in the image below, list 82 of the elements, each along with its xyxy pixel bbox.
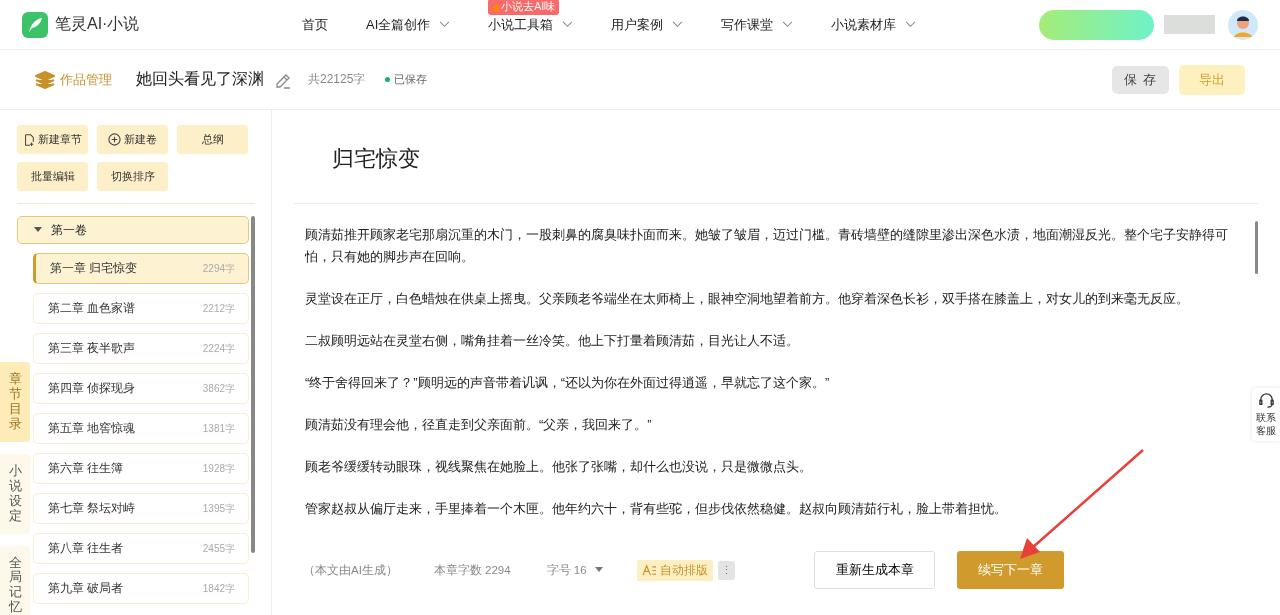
chapter-item[interactable]: 第二章 血色家谱 2212字 (33, 293, 250, 324)
paragraph: “终于舍得回来了？”顾明远的声音带着讥讽，“还以为你在外面过得逍遥，早就忘了这个家。” (305, 374, 831, 392)
paragraph: 顾清茹没有理会他，径直走到父亲面前。“父亲，我回来了。” (305, 416, 653, 434)
chapter-word-count: 2212字 (202, 301, 236, 316)
layers-icon (35, 70, 55, 89)
chapter-word-count: 2455字 (202, 541, 236, 556)
nav-link[interactable]: 写作课堂 (721, 15, 794, 34)
text-format-icon (641, 563, 657, 577)
save-status: 已保存 (394, 72, 428, 87)
chapter-heading: 归宅惊变 (332, 145, 421, 172)
more-button[interactable]: ⋮ (717, 560, 735, 580)
scrollbar-thumb[interactable] (1255, 221, 1258, 274)
chapter-item[interactable]: 第九章 破局者 1842字 (33, 573, 250, 604)
chapter-word-count: 1842字 (202, 581, 236, 596)
save-button[interactable]: 保 存 (1112, 65, 1169, 94)
side-tab[interactable]: 全局记忆 (0, 545, 30, 615)
paragraph: 顾老爷缓缓转动眼珠，视线聚焦在她脸上。他张了张嘴，却什么也没说，只是微微点头。 (305, 458, 813, 476)
chapter-item[interactable]: 第一章 归宅惊变 2294字 (33, 253, 250, 284)
chapter-item[interactable]: 第七章 祭坛对峙 1395字 (33, 493, 250, 524)
side-tab[interactable]: 章节目录 (0, 362, 30, 442)
paragraph: 二叔顾明远站在灵堂右侧，嘴角挂着一丝冷笑。他上下打量着顾清茹，目光让人不适。 (305, 332, 800, 350)
paragraph: 管家赵叔从偏厅走来，手里捧着一个木匣。他年约六十，背有些驼，但步伐依然稳健。赵叔向顾清茹行礼，脸上带着担忧。 (305, 500, 1008, 518)
chapter-word-count: 3862字 (202, 381, 236, 396)
chevron-down-icon (672, 21, 684, 28)
volume-row[interactable]: 第一卷 (17, 216, 250, 244)
customer-service-button[interactable]: 联系客服 (1252, 388, 1280, 441)
chevron-down-icon (905, 21, 917, 28)
chevron-down-icon (439, 21, 451, 28)
total-word-count: 共22125字 (308, 71, 366, 88)
plus-circle-icon (108, 133, 121, 146)
chapter-item[interactable]: 第三章 夜半歌声 2224字 (33, 333, 250, 364)
nav-link[interactable]: 首页 (302, 15, 328, 34)
feather-logo-icon (22, 11, 48, 38)
nav-link[interactable]: 用户案例 (611, 15, 684, 34)
regenerate-button[interactable]: 重新生成本章 (814, 551, 935, 589)
chapter-char-count: 本章字数 2294 (433, 562, 511, 578)
nav-link[interactable]: AI全篇创作 (366, 15, 451, 34)
paragraph: 顾清茹推开顾家老宅那扇沉重的木门，一股刺鼻的腐臭味扑面而来。她皱了皱眉，迈过门槛。青砖墙壁的缝隙里渗出深色水渍，地面潮湿反光。整个宅子安静得可怕，只有她的脚步声在回响。 (305, 226, 1229, 266)
volume-label: 第一卷 (51, 221, 87, 239)
ai-generated-note: （本文由AI生成） (303, 562, 398, 578)
app-logo-text[interactable]: 笔灵AI·小说 (55, 14, 140, 35)
chapter-item[interactable]: 第六章 往生簿 1928字 (33, 453, 250, 484)
chapter-word-count: 1381字 (202, 421, 236, 436)
chapter-item[interactable]: 第四章 侦探现身 3862字 (33, 373, 250, 404)
toolbar-button[interactable]: 总纲 (177, 125, 248, 154)
nav-link[interactable]: 小说工具箱 (488, 15, 574, 34)
chapter-title: 第二章 血色家谱 (48, 300, 136, 317)
blurred-username-block (1164, 15, 1215, 34)
chapter-title: 第四章 侦探现身 (48, 380, 136, 397)
document-add-icon (23, 133, 35, 146)
side-tab[interactable]: 小说设定 (0, 453, 30, 534)
hot-badge: 小说去AI味 (488, 0, 560, 15)
work-title: 她回头看见了深渊 (136, 69, 264, 89)
chapter-word-count: 1928字 (202, 461, 236, 476)
chevron-down-icon (562, 21, 574, 28)
chapter-title: 第一章 归宅惊变 (50, 260, 138, 277)
chapter-title: 第六章 往生簿 (48, 460, 124, 477)
flame-icon (492, 1, 501, 12)
chevron-down-icon (782, 21, 794, 28)
chapter-word-count: 1395字 (202, 501, 236, 516)
saved-dot-icon (385, 77, 391, 82)
chapter-word-count: 2224字 (202, 341, 236, 356)
toolbar-button[interactable]: 切换排序 (97, 162, 168, 191)
nav-link[interactable]: 小说素材库 (831, 15, 917, 34)
chapter-item[interactable]: 第五章 地窖惊魂 1381字 (33, 413, 250, 444)
scrollbar-thumb[interactable] (251, 216, 255, 553)
chapter-word-count: 2294字 (202, 261, 236, 276)
chapter-title: 第五章 地窖惊魂 (48, 420, 136, 437)
avatar-icon[interactable] (1228, 9, 1258, 40)
chapter-title: 第九章 破局者 (48, 580, 124, 597)
font-size-dropdown[interactable]: 字号 16 (546, 562, 603, 578)
headset-icon (1257, 392, 1275, 409)
chapter-title: 第七章 祭坛对峙 (48, 500, 136, 517)
chapter-item[interactable]: 第八章 往生者 2455字 (33, 533, 250, 564)
chapter-title: 第八章 往生者 (48, 540, 124, 557)
toolbar-button[interactable]: 新建卷 (97, 125, 168, 154)
toolbar-button[interactable]: 新建章节 (17, 125, 88, 154)
chapter-title: 第三章 夜半歌声 (48, 340, 136, 357)
caret-down-icon (594, 567, 603, 573)
paragraph: 灵堂设在正厅，白色蜡烛在供桌上摇曳。父亲顾老爷端坐在太师椅上，眼神空洞地望着前方。他穿着深色长衫，双手搭在膝盖上，对女儿的到来毫无反应。 (305, 290, 1190, 308)
toolbar-button[interactable]: 批量编辑 (17, 162, 88, 191)
blurred-membership-block[interactable] (1039, 9, 1154, 40)
